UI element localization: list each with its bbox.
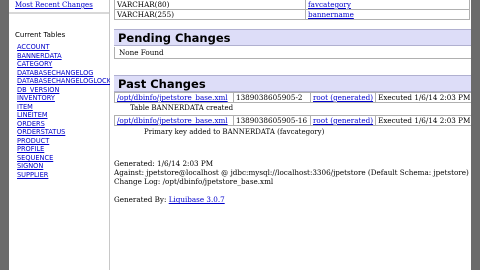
pending-changes-heading: Pending Changes xyxy=(114,29,471,46)
past-changes-table: /opt/dbinfo/jpetstore_base.xml 138903860… xyxy=(114,115,471,126)
content-frame: VARCHAR(80) favcategory VARCHAR(255) ban… xyxy=(110,0,471,270)
table-link-lineitem[interactable]: LINEITEM xyxy=(17,111,111,120)
table-link-supplier[interactable]: SUPPLIER xyxy=(17,171,111,180)
author-cell: root (generated) xyxy=(309,115,377,126)
table-link-bannerdata[interactable]: BANNERDATA xyxy=(17,52,111,61)
changeset-id-cell: 1389038605905-16 xyxy=(233,115,311,126)
column-name-cell: favcategory xyxy=(305,0,470,10)
table-link-product[interactable]: PRODUCT xyxy=(17,137,111,146)
changelog-file-link[interactable]: /opt/dbinfo/jpetstore_base.xml xyxy=(117,116,228,125)
column-type-cell: VARCHAR(80) xyxy=(114,0,306,10)
table-link-item[interactable]: ITEM xyxy=(17,103,111,112)
past-changes-heading: Past Changes xyxy=(114,75,471,92)
executed-cell: Executed 1/6/14 2:03 PM xyxy=(375,92,471,103)
table-link-db-version[interactable]: DB_VERSION xyxy=(17,86,111,95)
changelog-file-cell: /opt/dbinfo/jpetstore_base.xml xyxy=(114,115,234,126)
most-recent-changes-link[interactable]: Most Recent Changes xyxy=(15,1,93,9)
table-link-databasechangeloglock[interactable]: DATABASECHANGELOGLOCK xyxy=(17,77,111,86)
past-changes-table: /opt/dbinfo/jpetstore_base.xml 138903860… xyxy=(114,92,471,103)
columns-table: VARCHAR(80) favcategory VARCHAR(255) ban… xyxy=(114,0,470,20)
changelog-file-cell: /opt/dbinfo/jpetstore_base.xml xyxy=(114,92,234,103)
author-cell: root (generated) xyxy=(309,92,377,103)
generated-by-label: Generated By: xyxy=(114,195,169,204)
author-link[interactable]: root (generated) xyxy=(313,116,373,125)
generated-by: Generated By: Liquibase 3.0.7 xyxy=(114,195,225,204)
changelog-file-link[interactable]: /opt/dbinfo/jpetstore_base.xml xyxy=(117,93,228,102)
table-row: VARCHAR(80) favcategory xyxy=(114,0,470,10)
generated-date: Generated: 1/6/14 2:03 PM xyxy=(114,159,214,168)
table-link-account[interactable]: ACCOUNT xyxy=(17,43,111,52)
nav-separator xyxy=(9,12,109,14)
table-link-orders[interactable]: ORDERS xyxy=(17,120,111,129)
table-link-sequence[interactable]: SEQUENCE xyxy=(17,154,111,163)
executed-cell: Executed 1/6/14 2:03 PM xyxy=(375,115,471,126)
author-link[interactable]: root (generated) xyxy=(313,93,373,102)
table-link-category[interactable]: CATEGORY xyxy=(17,60,111,69)
table-row: /opt/dbinfo/jpetstore_base.xml 138903860… xyxy=(114,115,471,126)
column-name-cell: bannername xyxy=(305,9,470,20)
database-connection: Against: jpetstore@localhost @ jdbc:mysq… xyxy=(114,168,469,177)
table-row: VARCHAR(255) bannername xyxy=(114,9,470,20)
change-description: Primary key added to BANNERDATA (favcate… xyxy=(144,128,325,136)
liquibase-link[interactable]: Liquibase 3.0.7 xyxy=(169,195,225,204)
changeset-id-cell: 1389038605905-2 xyxy=(233,92,311,103)
table-list: ACCOUNT BANNERDATA CATEGORY DATABASECHAN… xyxy=(17,43,111,179)
table-link-signon[interactable]: SIGNON xyxy=(17,162,111,171)
column-name-link[interactable]: bannername xyxy=(308,10,354,19)
table-link-orderstatus[interactable]: ORDERSTATUS xyxy=(17,128,111,137)
pending-changes-message: None Found xyxy=(114,47,471,59)
changelog-path: Change Log: /opt/dbinfo/jpetstore_base.x… xyxy=(114,177,274,186)
browser-frame: Most Recent Changes Current Tables ACCOU… xyxy=(9,0,471,270)
table-nav-frame: Most Recent Changes Current Tables ACCOU… xyxy=(9,0,111,270)
table-link-inventory[interactable]: INVENTORY xyxy=(17,94,111,103)
table-row: /opt/dbinfo/jpetstore_base.xml 138903860… xyxy=(114,92,471,103)
table-link-profile[interactable]: PROFILE xyxy=(17,145,111,154)
change-description: Table BANNERDATA created xyxy=(130,104,234,112)
column-name-link[interactable]: favcategory xyxy=(308,0,351,9)
column-type-cell: VARCHAR(255) xyxy=(114,9,306,20)
table-link-databasechangelog[interactable]: DATABASECHANGELOG xyxy=(17,69,111,78)
current-tables-heading: Current Tables xyxy=(15,31,66,39)
